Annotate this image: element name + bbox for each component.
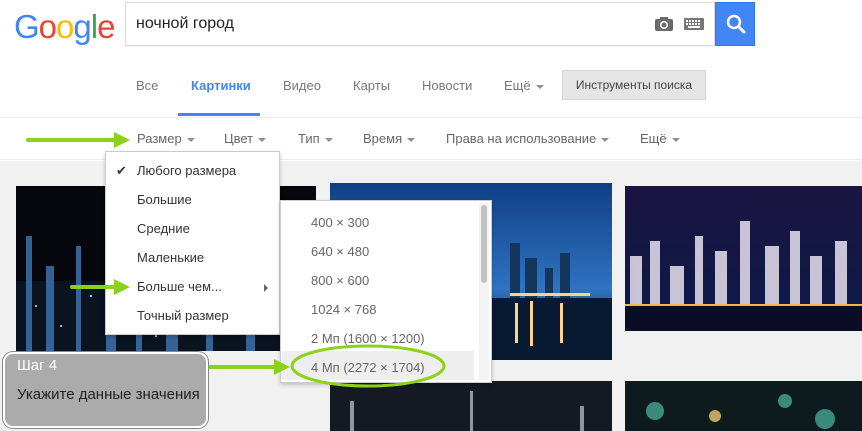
larger-than-submenu: 400 × 300 640 × 480 800 × 600 1024 × 768… <box>280 200 492 383</box>
submenu-item-800x600[interactable]: 800 × 600 <box>311 273 369 288</box>
menu-item-small[interactable]: Маленькие <box>137 250 204 265</box>
menu-item-exact-size[interactable]: Точный размер <box>137 308 229 323</box>
tab-more[interactable]: Ещё <box>504 78 544 93</box>
submenu-item-1024x768[interactable]: 1024 × 768 <box>311 302 376 317</box>
chevron-down-icon <box>671 137 680 142</box>
menu-item-larger-than[interactable]: Больше чем... <box>137 279 222 294</box>
tool-color-label: Цвет <box>224 131 254 146</box>
header: Google ночной город <box>0 0 862 58</box>
menu-item-large[interactable]: Большие <box>137 192 192 207</box>
logo-letter: G <box>14 8 40 45</box>
tab-all[interactable]: Все <box>136 78 158 93</box>
tool-size[interactable]: Размер <box>137 131 195 146</box>
logo-letter: g <box>73 8 91 45</box>
result-image[interactable] <box>330 381 612 431</box>
tab-more-label: Ещё <box>504 78 531 93</box>
checkmark-icon: ✔ <box>116 163 127 178</box>
logo-letter: o <box>56 8 74 45</box>
tool-time[interactable]: Время <box>363 131 416 146</box>
magnifier-icon <box>726 14 746 34</box>
search-box: ночной город <box>125 2 715 46</box>
chevron-down-icon <box>324 137 333 142</box>
tool-size-label: Размер <box>137 131 182 146</box>
logo-letter: e <box>97 8 115 45</box>
submenu-item-4mp[interactable]: 4 Мп (2272 × 1704) <box>311 360 425 375</box>
tab-news[interactable]: Новости <box>422 78 472 93</box>
menu-item-any-size[interactable]: Любого размера <box>137 163 236 178</box>
search-input[interactable]: ночной город <box>136 3 636 45</box>
tool-usage-rights[interactable]: Права на использование <box>446 131 610 146</box>
size-dropdown-menu: ✔ Любого размера Большие Средние Маленьк… <box>105 151 280 335</box>
tool-time-label: Время <box>363 131 403 146</box>
search-button[interactable] <box>715 2 755 46</box>
submenu-item-640x480[interactable]: 640 × 480 <box>311 244 369 259</box>
tool-usage-rights-label: Права на использование <box>446 131 597 146</box>
result-image[interactable] <box>625 186 862 331</box>
active-tab-indicator <box>178 113 260 116</box>
result-image[interactable] <box>625 381 862 431</box>
chevron-down-icon <box>258 137 267 142</box>
tab-images[interactable]: Картинки <box>191 78 251 93</box>
step-callout: Шаг 4 Укажите данные значения <box>3 352 208 428</box>
tab-maps[interactable]: Карты <box>353 78 390 93</box>
chevron-down-icon <box>407 137 416 142</box>
google-images-page: Google ночной город Все Картинки Видео К… <box>0 0 862 431</box>
submenu-item-400x300[interactable]: 400 × 300 <box>311 215 369 230</box>
chevron-down-icon <box>535 84 544 89</box>
submenu-item-2mp[interactable]: 2 Мп (1600 × 1200) <box>311 331 425 346</box>
camera-icon[interactable] <box>654 16 674 32</box>
tool-more-label: Ещё <box>640 131 667 146</box>
chevron-right-icon <box>264 284 268 292</box>
tool-color[interactable]: Цвет <box>224 131 267 146</box>
google-logo[interactable]: Google <box>14 8 115 46</box>
tab-video[interactable]: Видео <box>283 78 321 93</box>
tool-more[interactable]: Ещё <box>640 131 680 146</box>
tool-type-label: Тип <box>298 131 320 146</box>
scrollbar-thumb[interactable] <box>481 205 487 283</box>
chevron-down-icon <box>186 137 195 142</box>
menu-item-medium[interactable]: Средние <box>137 221 190 236</box>
chevron-down-icon <box>601 137 610 142</box>
search-tabs: Все Картинки Видео Карты Новости Ещё Инс… <box>0 58 862 118</box>
keyboard-icon[interactable] <box>684 18 704 30</box>
step-instruction: Укажите данные значения <box>17 386 200 403</box>
tool-type[interactable]: Тип <box>298 131 333 146</box>
step-title: Шаг 4 <box>17 357 58 374</box>
logo-letter: o <box>38 8 57 45</box>
search-tools-button[interactable]: Инструменты поиска <box>562 70 706 100</box>
